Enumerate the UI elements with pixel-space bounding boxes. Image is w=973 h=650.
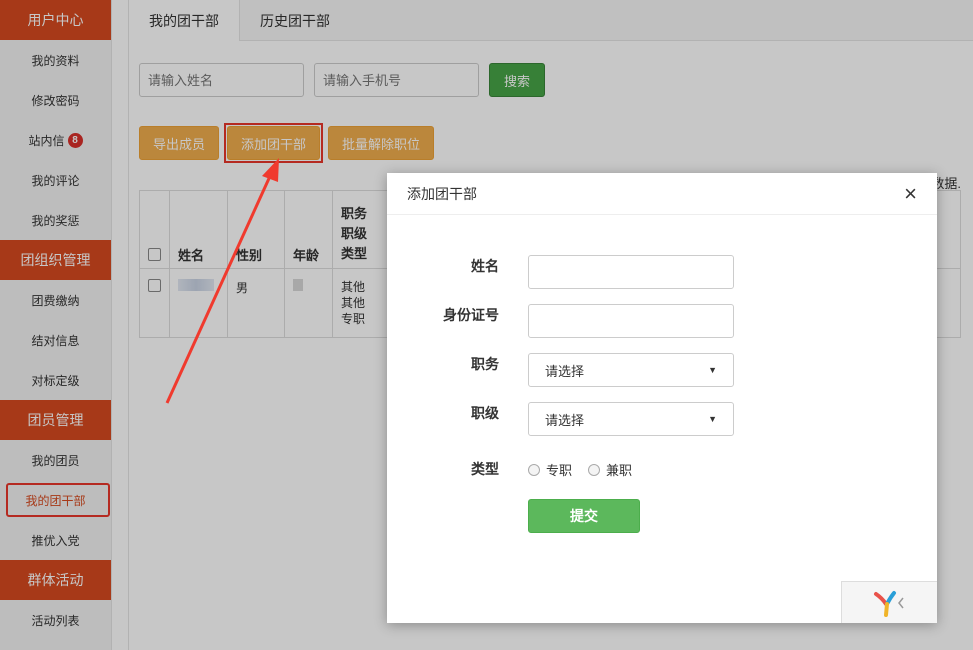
parttime-radio[interactable] [588, 463, 601, 476]
logo-icon [873, 590, 904, 617]
position-select[interactable]: 请选择 ▼ [528, 353, 734, 387]
position-label: 职务 [471, 356, 499, 372]
type-radio-group: 专职 兼职 [528, 460, 648, 479]
parttime-label[interactable]: 兼职 [606, 460, 632, 479]
chevron-down-icon: ▼ [708, 365, 717, 375]
rank-label: 职级 [471, 405, 499, 421]
type-label: 类型 [471, 461, 499, 477]
fulltime-radio[interactable] [528, 463, 540, 476]
position-select-value: 请选择 [545, 363, 585, 379]
submit-button[interactable]: 提交 [528, 499, 640, 533]
chevron-down-icon: ▼ [708, 414, 717, 424]
rank-select-value: 请选择 [545, 412, 585, 428]
name-label: 姓名 [471, 258, 499, 274]
form-row-rank: 职级 [387, 403, 499, 423]
id-label: 身份证号 [443, 307, 499, 323]
form-row-position: 职务 [387, 354, 499, 374]
rank-select[interactable]: 请选择 ▼ [528, 402, 734, 436]
id-number-field[interactable] [528, 304, 734, 338]
form-row-id: 身份证号 [387, 305, 499, 325]
form-row-type: 类型 [387, 459, 499, 479]
add-cadre-dialog: 添加团干部 × 姓名 身份证号 职务 请选择 ▼ 职级 请选择 ▼ 类型 专职 … [387, 173, 937, 623]
form-row-name: 姓名 [387, 256, 499, 276]
corner-widget[interactable] [841, 581, 937, 623]
dialog-header: 添加团干部 × [387, 173, 937, 215]
dialog-title: 添加团干部 [407, 185, 477, 202]
name-field[interactable] [528, 255, 734, 289]
fulltime-label[interactable]: 专职 [546, 460, 572, 479]
close-icon[interactable]: × [904, 182, 917, 205]
